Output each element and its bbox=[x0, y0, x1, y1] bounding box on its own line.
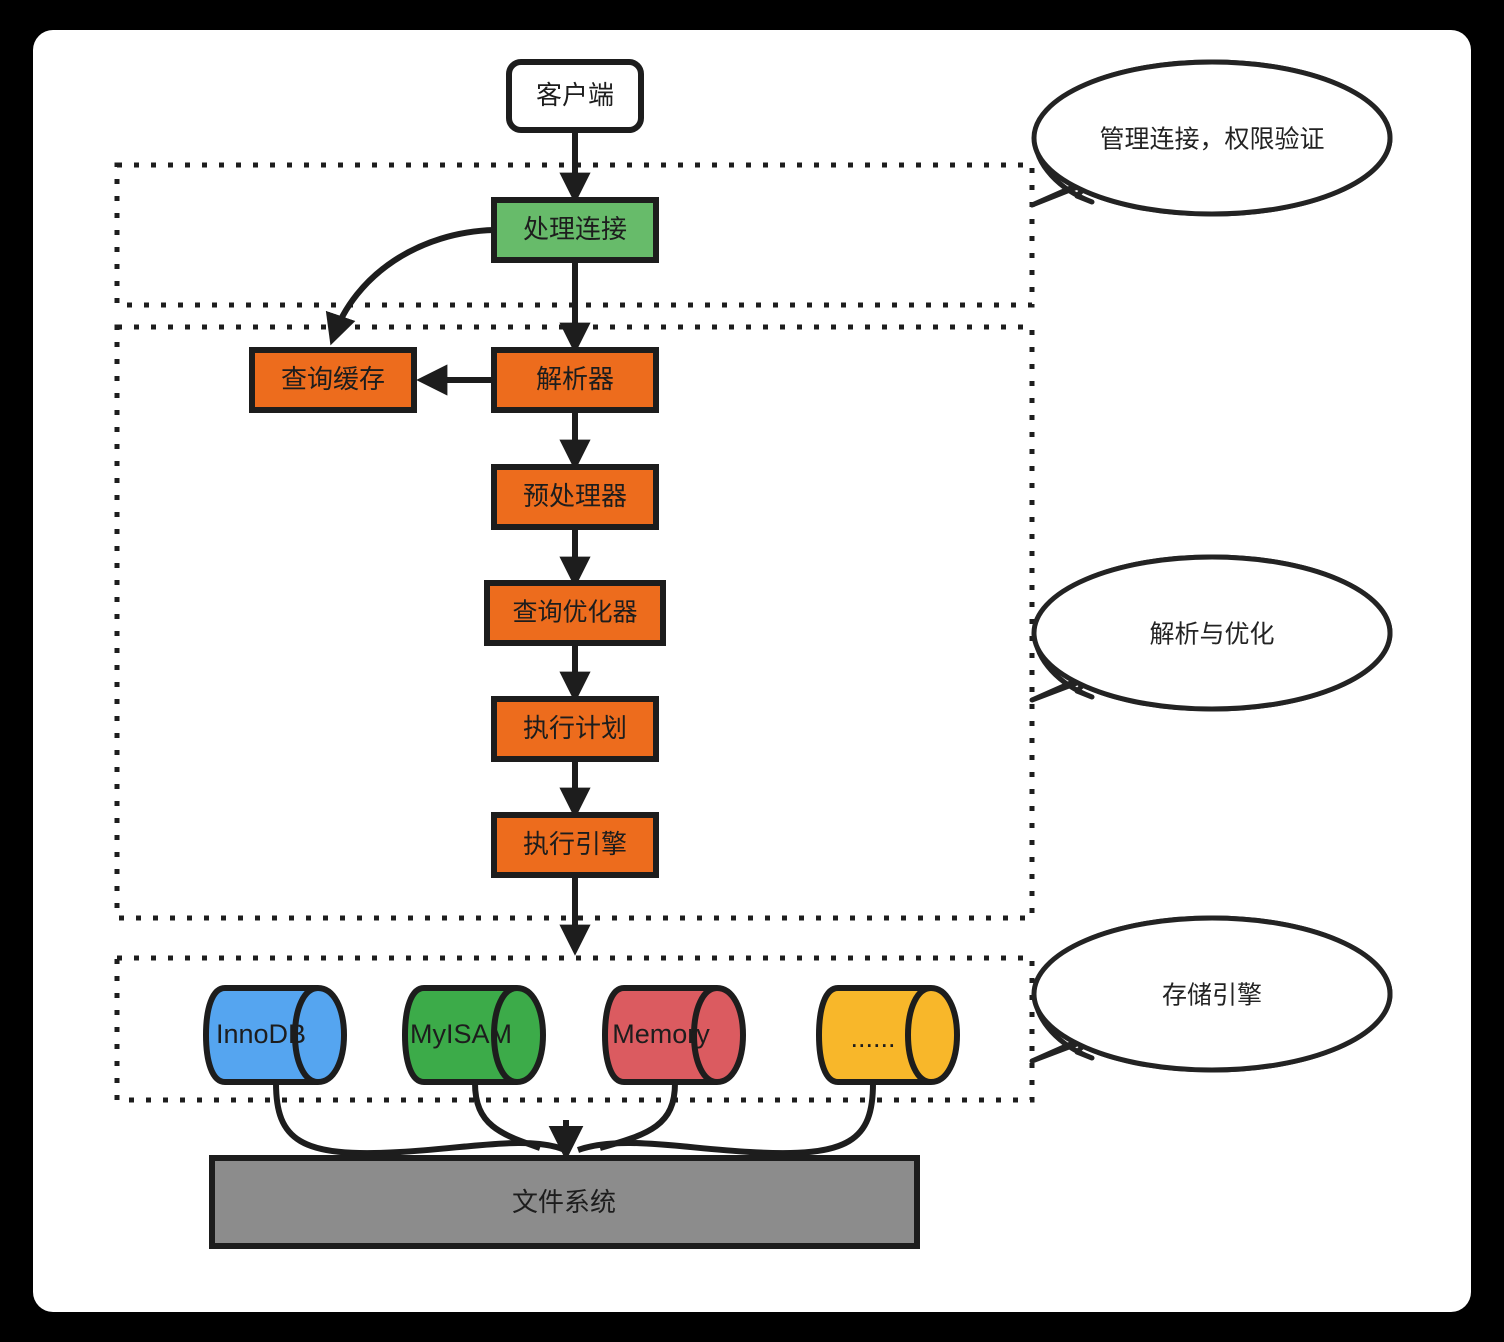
diagram-canvas: 客户端 处理连接 查询缓存 解析器 预处理器 查询优化器 执行计划 执行引擎 I… bbox=[0, 0, 1504, 1342]
node-storage-engine-other[interactable]: ...... bbox=[816, 985, 960, 1085]
node-handle-connection-label: 处理连接 bbox=[523, 214, 627, 244]
node-execution-engine[interactable]: 执行引擎 bbox=[491, 812, 659, 878]
node-storage-engine-innodb-label: InnoDB bbox=[216, 1019, 306, 1049]
edge-other-to-file-system bbox=[576, 1082, 876, 1157]
node-query-optimizer-label: 查询优化器 bbox=[512, 599, 637, 627]
node-parser-label: 解析器 bbox=[536, 364, 614, 394]
node-preprocessor[interactable]: 预处理器 bbox=[491, 464, 659, 530]
node-handle-connection[interactable]: 处理连接 bbox=[491, 197, 659, 263]
edge-handle-connection-to-query-cache bbox=[325, 227, 495, 346]
node-file-system[interactable]: 文件系统 bbox=[209, 1155, 920, 1249]
callout-connection-layer-label: 管理连接，权限验证 bbox=[1099, 126, 1324, 154]
node-query-cache[interactable]: 查询缓存 bbox=[249, 347, 417, 413]
node-storage-engine-memory[interactable]: Memory bbox=[602, 985, 746, 1085]
node-storage-engine-myisam[interactable]: MyISAM bbox=[402, 985, 546, 1085]
node-client[interactable]: 客户端 bbox=[506, 59, 644, 133]
edge-myisam-to-file-system bbox=[472, 1082, 541, 1151]
node-execution-plan[interactable]: 执行计划 bbox=[491, 696, 659, 762]
callout-storage-engine-layer: 存储引擎 bbox=[1029, 915, 1393, 1073]
node-storage-engine-memory-label: Memory bbox=[612, 1019, 710, 1049]
node-storage-engine-other-label: ...... bbox=[850, 1023, 895, 1053]
node-parser[interactable]: 解析器 bbox=[491, 347, 659, 413]
edge-memory-to-file-system bbox=[599, 1082, 678, 1151]
callout-connection-layer: 管理连接，权限验证 bbox=[1029, 59, 1393, 217]
node-execution-plan-label: 执行计划 bbox=[523, 713, 627, 743]
node-client-label: 客户端 bbox=[536, 80, 614, 110]
node-file-system-label: 文件系统 bbox=[512, 1187, 616, 1217]
callout-storage-engine-layer-label: 存储引擎 bbox=[1162, 982, 1262, 1010]
callout-service-layer-label: 解析与优化 bbox=[1149, 621, 1274, 649]
callout-service-layer: 解析与优化 bbox=[1029, 554, 1393, 712]
node-storage-engine-innodb[interactable]: InnoDB bbox=[203, 985, 347, 1085]
node-storage-engine-myisam-label: MyISAM bbox=[410, 1019, 512, 1049]
mysql-architecture-diagram: 客户端 处理连接 查询缓存 解析器 预处理器 查询优化器 执行计划 执行引擎 I… bbox=[114, 59, 1393, 1249]
node-preprocessor-label: 预处理器 bbox=[523, 481, 627, 511]
node-execution-engine-label: 执行引擎 bbox=[523, 829, 627, 859]
node-query-optimizer[interactable]: 查询优化器 bbox=[484, 580, 666, 646]
node-query-cache-label: 查询缓存 bbox=[281, 364, 385, 394]
